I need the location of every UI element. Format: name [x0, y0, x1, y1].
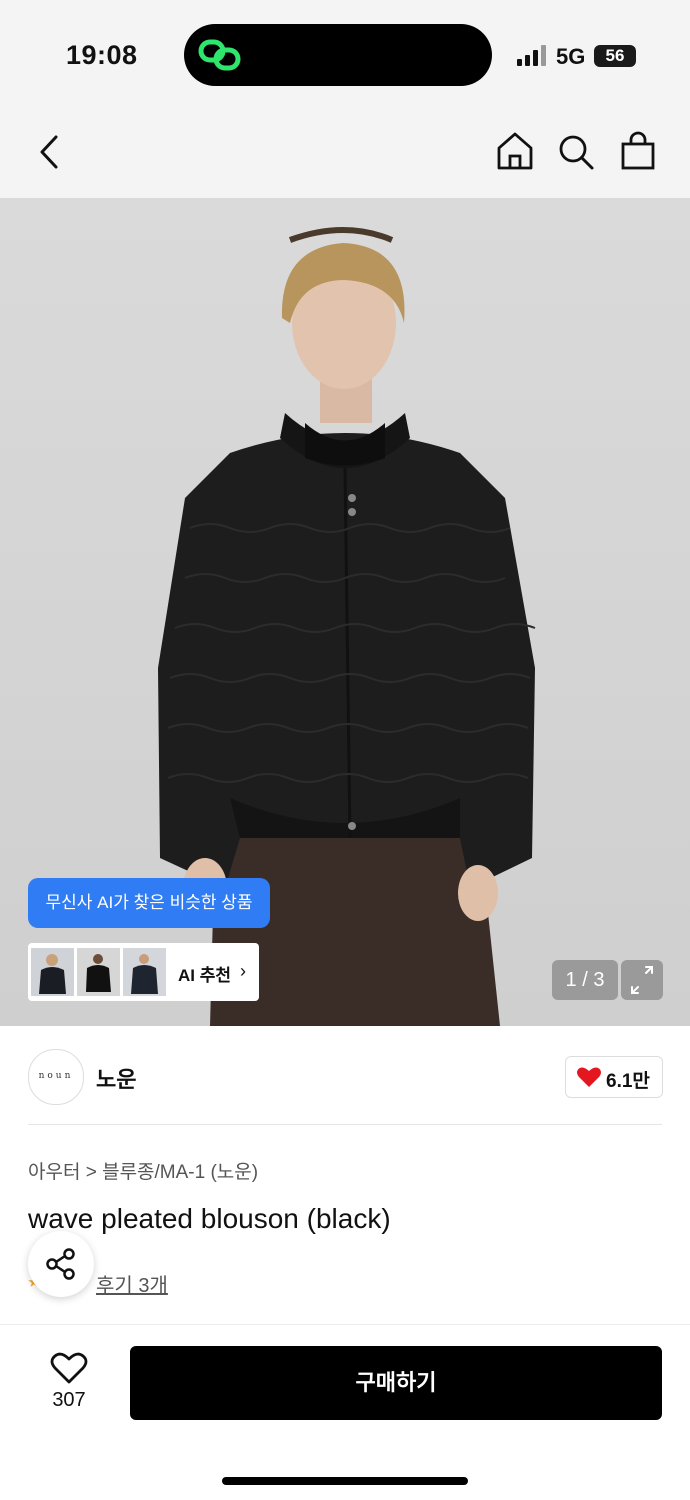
review-link[interactable]: 후기 3개	[96, 1269, 168, 1298]
product-title: wave pleated blouson (black)	[28, 1203, 391, 1234]
shopping-bag-icon[interactable]	[620, 131, 656, 171]
network-type: 5G	[556, 44, 586, 69]
wishlist-button[interactable]	[44, 1348, 94, 1388]
brand-like-count: 6.1만	[606, 1071, 650, 1092]
ai-recommend-label: AI 추천	[178, 966, 232, 985]
ai-thumbnail[interactable]	[31, 948, 74, 996]
bottom-bar-divider	[0, 1324, 690, 1325]
brand-name[interactable]: 노운	[96, 1062, 136, 1094]
brand-logo[interactable]: noun	[28, 1049, 84, 1105]
expand-icon	[631, 966, 653, 994]
battery-icon: 56	[594, 45, 636, 67]
share-button[interactable]	[28, 1231, 94, 1297]
wishlist-count: 307	[52, 1389, 86, 1411]
ai-thumbnail[interactable]	[77, 948, 120, 996]
heart-filled-icon	[577, 1067, 601, 1087]
signal-icon	[517, 45, 546, 66]
share-icon	[46, 1248, 75, 1280]
ai-recommend-card[interactable]: AI 추천 ›	[28, 943, 259, 1001]
divider	[28, 1124, 662, 1125]
ai-similar-tooltip[interactable]: 무신사 AI가 찾은 비슷한 상품	[28, 878, 270, 928]
buy-button[interactable]: 구매하기	[130, 1346, 662, 1420]
heart-outline-icon	[50, 1352, 88, 1384]
back-icon[interactable]	[36, 134, 64, 170]
category-breadcrumb[interactable]: 아우터 > 블루종/MA-1 (노운)	[28, 1157, 258, 1184]
chevron-right-icon: ›	[240, 961, 246, 981]
status-time: 19:08	[66, 40, 138, 70]
chain-link-icon	[198, 39, 241, 71]
home-indicator[interactable]	[222, 1477, 468, 1485]
dynamic-island	[184, 24, 492, 86]
ai-thumbnail[interactable]	[123, 948, 166, 996]
brand-like-button[interactable]: 6.1만	[565, 1056, 663, 1098]
search-icon[interactable]	[557, 133, 595, 171]
home-icon[interactable]	[496, 131, 534, 171]
expand-button[interactable]	[621, 960, 663, 1000]
image-pager: 1 / 3	[552, 960, 618, 1000]
